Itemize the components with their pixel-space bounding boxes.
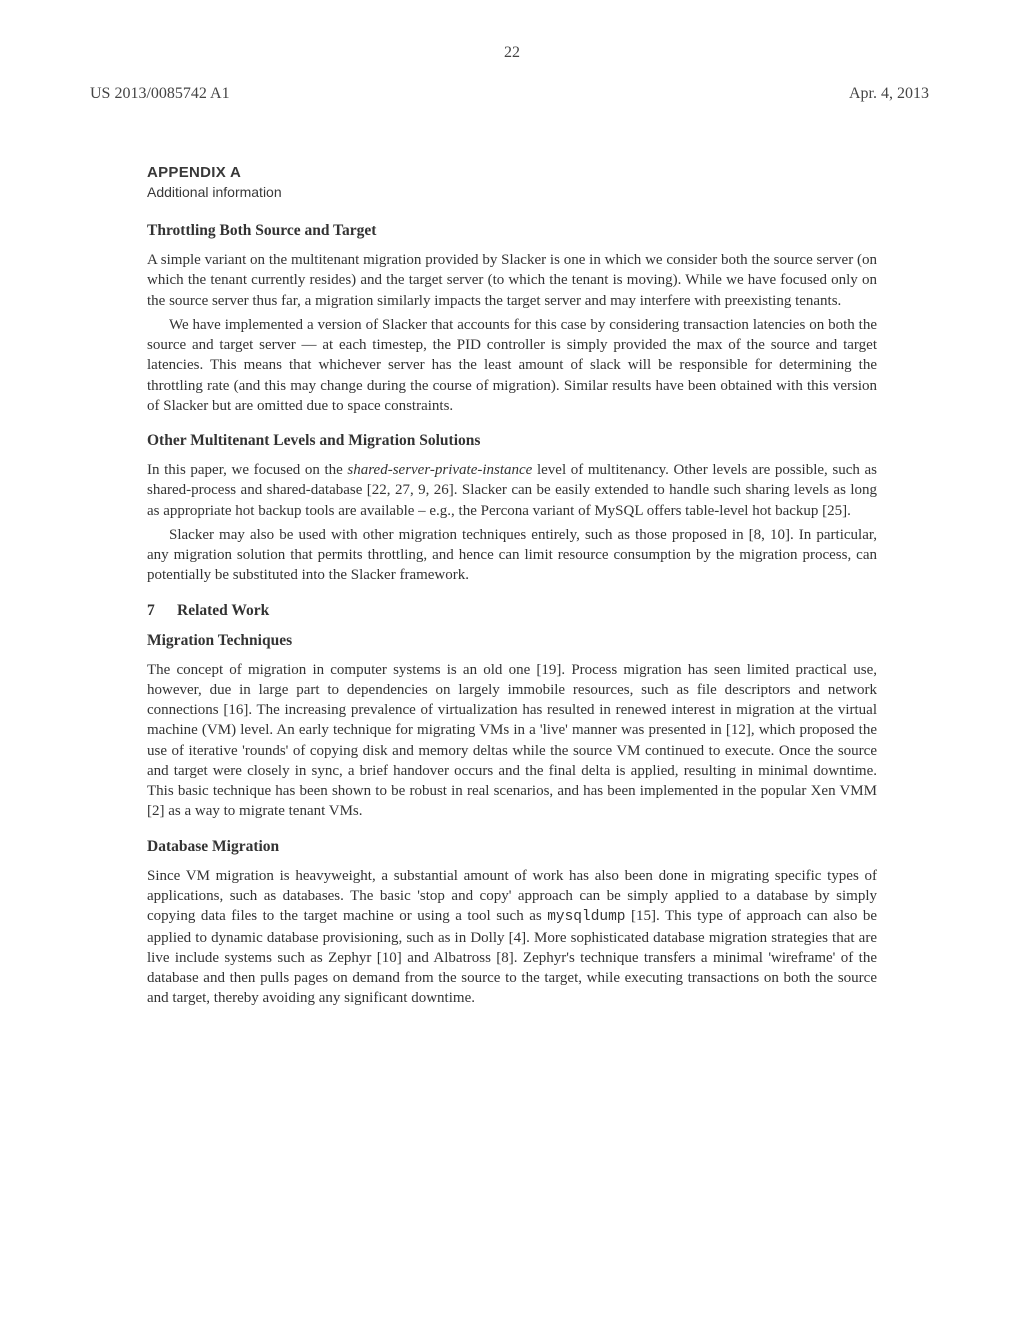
section-heading: Other Multitenant Levels and Migration S… bbox=[147, 432, 877, 450]
italic-text: shared-server-private-instance bbox=[347, 462, 532, 478]
publication-date: Apr. 4, 2013 bbox=[849, 85, 929, 103]
section-migration-techniques: Migration Techniques The concept of migr… bbox=[147, 632, 877, 822]
page-content: APPENDIX A Additional information Thrott… bbox=[147, 164, 877, 1025]
section-multitenant: Other Multitenant Levels and Migration S… bbox=[147, 432, 877, 586]
paragraph: Slacker may also be used with other migr… bbox=[147, 525, 877, 586]
section-heading: Migration Techniques bbox=[147, 632, 877, 650]
section-throttling: Throttling Both Source and Target A simp… bbox=[147, 222, 877, 416]
appendix-subtitle: Additional information bbox=[147, 184, 877, 200]
appendix-label: APPENDIX A bbox=[147, 164, 877, 181]
code-text: mysqldump bbox=[547, 909, 625, 925]
section-related-work: 7Related Work bbox=[147, 602, 877, 620]
section-database-migration: Database Migration Since VM migration is… bbox=[147, 838, 877, 1009]
section-heading: 7Related Work bbox=[147, 602, 877, 620]
section-heading: Database Migration bbox=[147, 838, 877, 856]
section-number: 7 bbox=[147, 602, 177, 620]
paragraph: The concept of migration in computer sys… bbox=[147, 660, 877, 822]
section-heading: Throttling Both Source and Target bbox=[147, 222, 877, 240]
paragraph: In this paper, we focused on the shared-… bbox=[147, 460, 877, 521]
page-header: US 2013/0085742 A1 Apr. 4, 2013 bbox=[0, 85, 1024, 103]
page-number: 22 bbox=[504, 44, 520, 62]
paragraph: A simple variant on the multitenant migr… bbox=[147, 250, 877, 311]
paragraph: Since VM migration is heavyweight, a sub… bbox=[147, 866, 877, 1009]
publication-number: US 2013/0085742 A1 bbox=[90, 85, 230, 103]
paragraph: We have implemented a version of Slacker… bbox=[147, 315, 877, 416]
